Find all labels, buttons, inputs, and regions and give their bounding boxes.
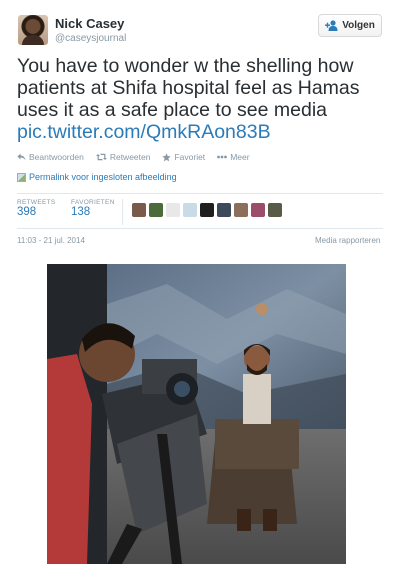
tweet-photo[interactable] xyxy=(47,264,346,564)
favorites-count: 138 xyxy=(71,206,91,218)
retweet-button[interactable]: Retweeten xyxy=(95,152,151,162)
user-handle[interactable]: @caseysjournal xyxy=(55,33,126,44)
favoriter-avatar[interactable] xyxy=(251,203,265,217)
favorite-button[interactable]: Favoriet xyxy=(162,152,205,162)
favorites-stat[interactable]: FAVORIETEN 138 xyxy=(71,199,115,218)
reply-button[interactable]: Beantwoorden xyxy=(17,152,84,162)
favoriter-avatar[interactable] xyxy=(217,203,231,217)
tweet-media-link[interactable]: pic.twitter.com/QmkRAon83B xyxy=(17,121,271,143)
follow-button-label: Volgen xyxy=(342,20,375,31)
favoriter-avatar[interactable] xyxy=(183,203,197,217)
retweets-label: RETWEETS xyxy=(17,199,56,206)
tweet-body: You have to wonder w the shelling how pa… xyxy=(17,55,360,121)
retweets-stat[interactable]: RETWEETS 398 xyxy=(17,199,56,218)
favoriter-avatar[interactable] xyxy=(166,203,180,217)
favorite-label: Favoriet xyxy=(174,152,206,162)
tweet-text: You have to wonder w the shelling how pa… xyxy=(17,55,387,143)
stats-divider xyxy=(122,199,123,225)
favoriter-avatars xyxy=(132,203,282,217)
add-user-icon xyxy=(325,20,338,31)
retweets-count: 398 xyxy=(17,206,37,218)
reply-icon xyxy=(17,153,26,161)
retweet-label: Retweeten xyxy=(109,152,151,162)
divider xyxy=(17,228,383,229)
retweet-icon xyxy=(95,153,107,161)
more-label: Meer xyxy=(230,152,250,162)
favorites-label: FAVORIETEN xyxy=(71,199,115,206)
permalink-label: Permalink voor ingesloten afbeelding xyxy=(29,172,177,182)
tweet-timestamp[interactable]: 11:03 - 21 jul. 2014 xyxy=(17,236,85,245)
permalink-image-link[interactable]: Permalink voor ingesloten afbeelding xyxy=(17,172,177,182)
more-button[interactable]: Meer xyxy=(217,152,250,162)
favoriter-avatar[interactable] xyxy=(268,203,282,217)
favoriter-avatar[interactable] xyxy=(149,203,163,217)
favoriter-avatar[interactable] xyxy=(132,203,146,217)
user-avatar[interactable] xyxy=(18,15,48,45)
favoriter-avatar[interactable] xyxy=(234,203,248,217)
photo-scene xyxy=(47,264,346,564)
tweet-actions: Beantwoorden Retweeten Favoriet Meer xyxy=(17,152,250,162)
user-name[interactable]: Nick Casey xyxy=(55,16,124,31)
reply-label: Beantwoorden xyxy=(29,152,84,162)
favoriter-avatar[interactable] xyxy=(200,203,214,217)
report-media-link[interactable]: Media rapporteren xyxy=(315,236,380,245)
divider xyxy=(17,193,383,194)
star-icon xyxy=(162,152,172,161)
broken-image-icon xyxy=(17,172,26,182)
follow-button[interactable]: Volgen xyxy=(318,14,382,37)
more-icon xyxy=(217,155,228,159)
